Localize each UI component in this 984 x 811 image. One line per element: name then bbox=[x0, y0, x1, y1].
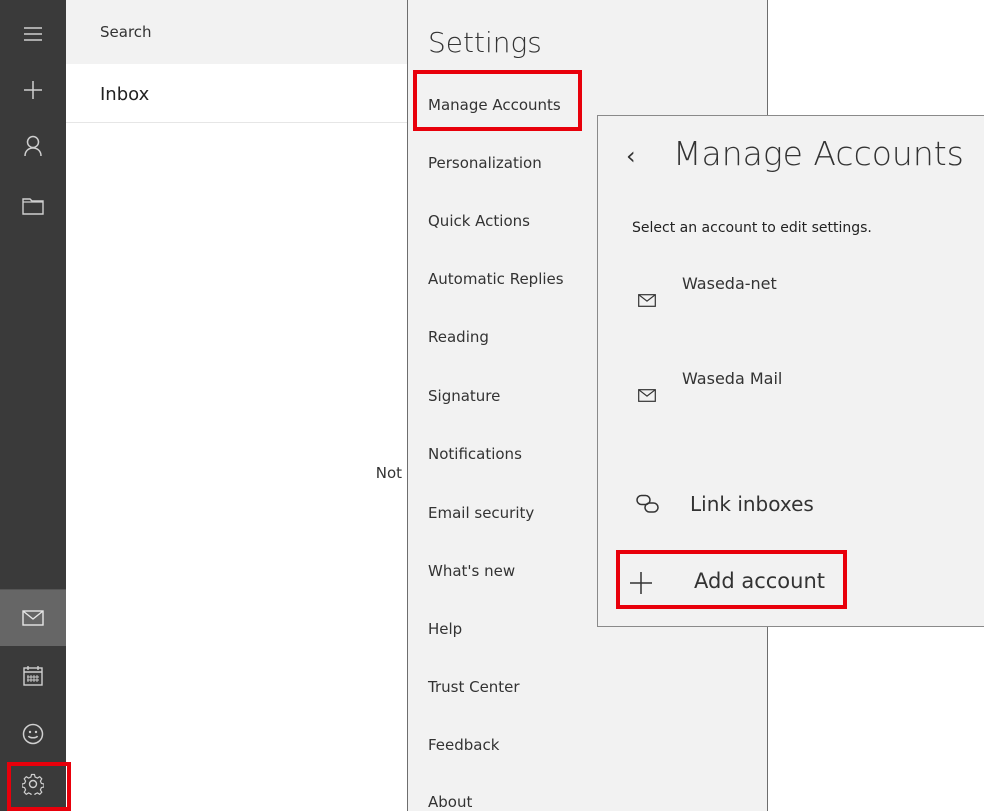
mail-icon bbox=[638, 294, 656, 307]
settings-title: Settings bbox=[428, 26, 542, 59]
mail-icon bbox=[22, 610, 44, 626]
person-icon bbox=[24, 135, 42, 157]
settings-item-trust-center[interactable]: Trust Center bbox=[428, 678, 520, 696]
settings-item-about[interactable]: About bbox=[428, 793, 472, 811]
calendar-button[interactable] bbox=[0, 648, 66, 704]
settings-item-reading[interactable]: Reading bbox=[428, 328, 489, 346]
message-list-pane: Search Inbox Not bbox=[66, 0, 408, 811]
settings-item-whats-new[interactable]: What's new bbox=[428, 562, 515, 580]
link-inboxes-button[interactable]: Link inboxes bbox=[632, 488, 932, 528]
account-name: Waseda Mail bbox=[682, 369, 783, 388]
new-mail-button[interactable] bbox=[0, 62, 66, 118]
highlight-manage-accounts bbox=[413, 70, 582, 131]
smiley-feedback-icon bbox=[22, 723, 44, 745]
accounts-button[interactable] bbox=[0, 118, 66, 174]
app-rail bbox=[0, 0, 66, 811]
account-item-waseda-mail[interactable]: Waseda Mail bbox=[632, 369, 972, 429]
hamburger-menu-icon bbox=[24, 27, 42, 41]
account-name: Waseda-net bbox=[682, 274, 777, 293]
account-item-waseda-net[interactable]: Waseda-net bbox=[632, 274, 972, 334]
list-divider bbox=[66, 122, 408, 123]
highlight-add-account bbox=[616, 550, 847, 609]
manage-accounts-title: Manage Accounts bbox=[673, 134, 964, 173]
folders-button[interactable] bbox=[0, 178, 66, 234]
settings-item-quick-actions[interactable]: Quick Actions bbox=[428, 212, 530, 230]
settings-item-personalization[interactable]: Personalization bbox=[428, 154, 542, 172]
mail-button[interactable] bbox=[0, 590, 66, 646]
settings-item-signature[interactable]: Signature bbox=[428, 387, 500, 405]
link-icon bbox=[636, 494, 659, 513]
calendar-icon bbox=[23, 666, 43, 686]
settings-item-feedback[interactable]: Feedback bbox=[428, 736, 499, 754]
search-placeholder: Search bbox=[100, 23, 152, 41]
settings-item-help[interactable]: Help bbox=[428, 620, 462, 638]
new-mail-plus-icon bbox=[24, 81, 42, 99]
settings-item-email-security[interactable]: Email security bbox=[428, 504, 534, 522]
settings-item-notifications[interactable]: Notifications bbox=[428, 445, 522, 463]
mail-icon bbox=[638, 389, 656, 402]
hamburger-menu-button[interactable] bbox=[0, 6, 66, 62]
truncated-message-text: Not bbox=[375, 464, 402, 482]
folder-title: Inbox bbox=[100, 84, 150, 105]
link-inboxes-label: Link inboxes bbox=[690, 492, 814, 516]
feedback-button[interactable] bbox=[0, 706, 66, 762]
settings-item-automatic-replies[interactable]: Automatic Replies bbox=[428, 270, 564, 288]
folder-icon bbox=[22, 198, 44, 215]
highlight-settings-button bbox=[7, 762, 71, 811]
back-chevron-icon[interactable]: ‹ bbox=[626, 142, 636, 170]
accounts-instruction: Select an account to edit settings. bbox=[632, 220, 872, 236]
search-box[interactable]: Search bbox=[66, 0, 408, 64]
